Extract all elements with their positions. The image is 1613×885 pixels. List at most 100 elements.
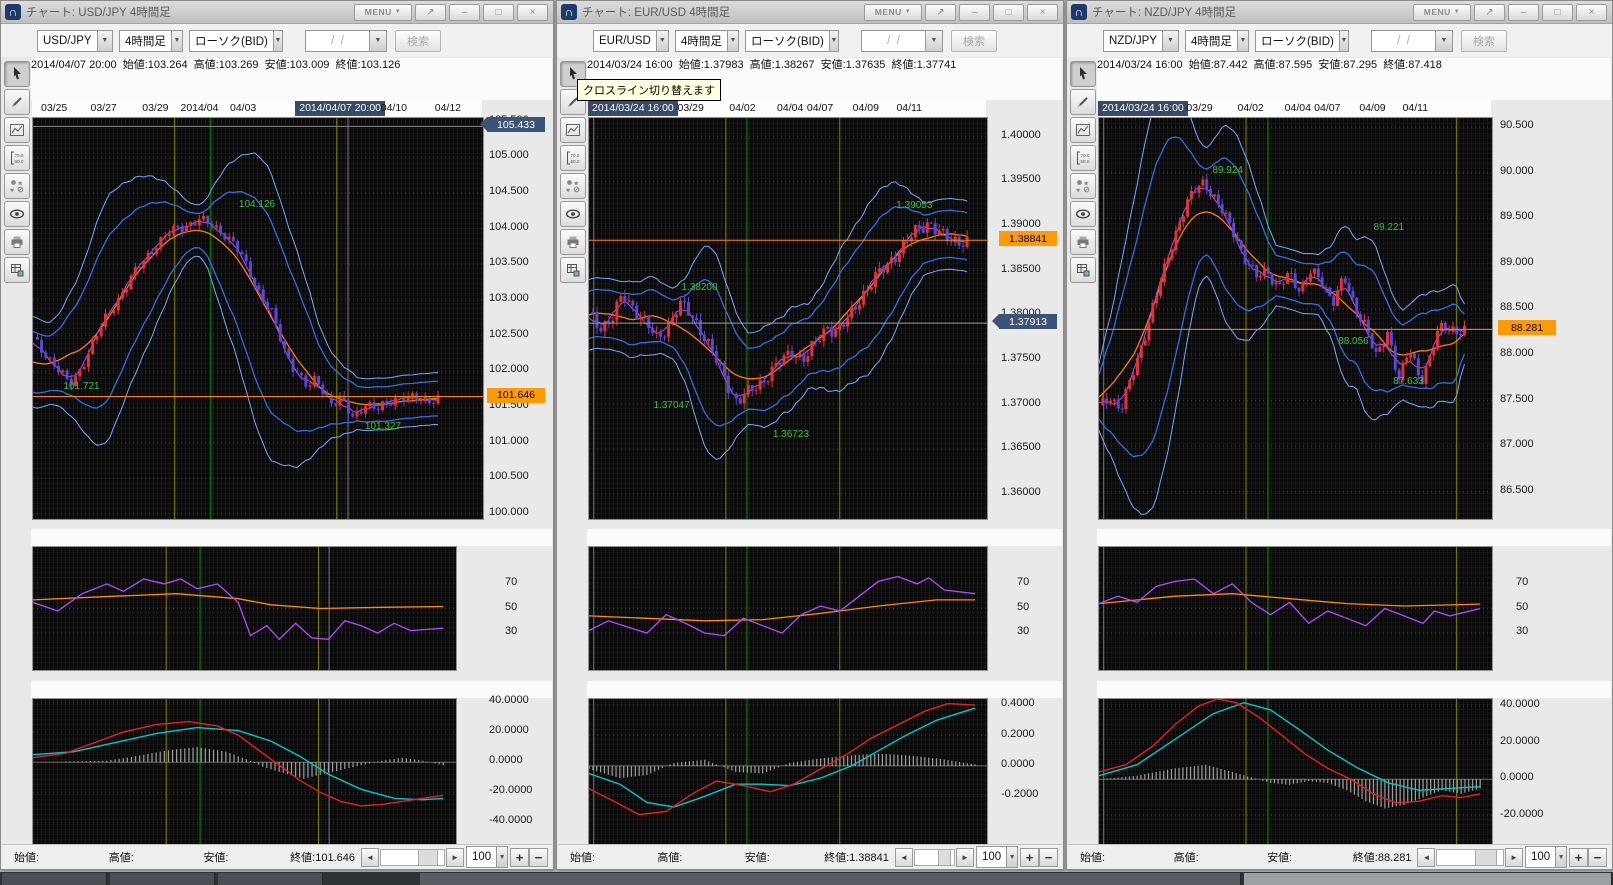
scroll-right-button[interactable]: ►: [1505, 848, 1523, 867]
print-button[interactable]: [560, 229, 586, 255]
zoom-out-button[interactable]: −: [1039, 848, 1058, 867]
chevron-down-icon: ▼: [1454, 9, 1460, 15]
close-button[interactable]: ×: [517, 4, 548, 21]
symbols-button[interactable]: ★♥: [4, 173, 30, 199]
chart-style-button[interactable]: [560, 117, 586, 143]
view-button[interactable]: [560, 201, 586, 227]
scroll-left-button[interactable]: ◄: [1417, 848, 1435, 867]
main-chart[interactable]: [1098, 117, 1493, 520]
close-button[interactable]: ×: [1576, 4, 1607, 21]
chart-scrollbar[interactable]: [1436, 849, 1504, 866]
view-button[interactable]: [4, 201, 30, 227]
zoom-select[interactable]: 100 ▼: [466, 846, 508, 868]
chart-type-select[interactable]: ローソク(BID) ▼: [1255, 30, 1349, 52]
maximize-button[interactable]: □: [993, 4, 1024, 21]
maximize-button[interactable]: □: [1542, 4, 1573, 21]
taskbar-item[interactable]: [1244, 873, 1612, 885]
date-select[interactable]: / / ▼: [305, 30, 387, 52]
taskbar-item[interactable]: [420, 873, 1241, 885]
date-select[interactable]: / / ▼: [861, 30, 943, 52]
window-titlebar[interactable]: ∩ チャート: EUR/USD 4時間足 MENU▼ ↗ – □ ×: [557, 1, 1063, 24]
scale-settings-button[interactable]: 70.060.0: [560, 145, 586, 171]
menu-button[interactable]: MENU▼: [354, 4, 412, 21]
scroll-left-button[interactable]: ◄: [361, 848, 379, 867]
scrollbar-thumb[interactable]: [938, 850, 952, 865]
pair-select[interactable]: EUR/USD ▼: [593, 30, 669, 52]
pencil-icon: [1075, 94, 1091, 110]
macd-chart[interactable]: [1098, 698, 1493, 846]
popout-button[interactable]: ↗: [1474, 4, 1505, 21]
scroll-right-button[interactable]: ►: [956, 848, 974, 867]
symbols-button[interactable]: ★♥: [560, 173, 586, 199]
maximize-button[interactable]: □: [483, 4, 514, 21]
export-button[interactable]: [4, 257, 30, 283]
draw-tool-button[interactable]: [4, 89, 30, 115]
cursor-tool-button[interactable]: [1070, 61, 1096, 87]
window-titlebar[interactable]: ∩ チャート: USD/JPY 4時間足 MENU▼ ↗ – □ ×: [1, 1, 553, 24]
popout-button[interactable]: ↗: [925, 4, 956, 21]
macd-chart[interactable]: [588, 698, 988, 846]
symbols-button[interactable]: ★♥: [1070, 173, 1096, 199]
svg-text:♥: ♥: [10, 188, 14, 195]
scroll-right-button[interactable]: ►: [446, 848, 464, 867]
scale-settings-button[interactable]: 70.060.0: [1070, 145, 1096, 171]
chart-style-button[interactable]: [4, 117, 30, 143]
zoom-select[interactable]: 100 ▼: [976, 846, 1018, 868]
zoom-in-button[interactable]: +: [1020, 848, 1039, 867]
window-titlebar[interactable]: ∩ チャート: NZD/JPY 4時間足 MENU▼ ↗ – □ ×: [1067, 1, 1612, 24]
print-button[interactable]: [4, 229, 30, 255]
print-button[interactable]: [1070, 229, 1096, 255]
export-button[interactable]: [1070, 257, 1096, 283]
scrollbar-thumb[interactable]: [1475, 850, 1497, 865]
chart-style-button[interactable]: [1070, 117, 1096, 143]
price-axis-label: 100.000: [489, 506, 529, 518]
zoom-in-button[interactable]: +: [510, 848, 529, 867]
scroll-left-button[interactable]: ◄: [895, 848, 913, 867]
chart-type-select[interactable]: ローソク(BID) ▼: [189, 30, 283, 52]
menu-button[interactable]: MENU▼: [864, 4, 922, 21]
timeframe-select[interactable]: 4時間足 ▼: [119, 30, 183, 52]
taskbar-item[interactable]: [2, 873, 107, 885]
search-button[interactable]: 検索: [395, 30, 441, 52]
close-button[interactable]: ×: [1027, 4, 1058, 21]
rsi-chart[interactable]: [588, 546, 988, 671]
main-chart[interactable]: [588, 117, 988, 520]
rsi-chart[interactable]: [32, 546, 457, 671]
zoom-in-button[interactable]: +: [1569, 848, 1588, 867]
chart-window-3: ∩ チャート: NZD/JPY 4時間足 MENU▼ ↗ – □ × NZD/J…: [1066, 0, 1613, 870]
menu-button[interactable]: MENU▼: [1413, 4, 1471, 21]
zoom-select[interactable]: 100 ▼: [1525, 846, 1567, 868]
crossline-price-marker: 1.37913: [999, 314, 1057, 329]
export-button[interactable]: [560, 257, 586, 283]
chart-type-select[interactable]: ローソク(BID) ▼: [745, 30, 839, 52]
zoom-out-button[interactable]: −: [529, 848, 548, 867]
pair-select[interactable]: USD/JPY ▼: [37, 30, 113, 52]
taskbar-item[interactable]: [218, 873, 323, 885]
search-button[interactable]: 検索: [1461, 30, 1507, 52]
timeframe-select[interactable]: 4時間足 ▼: [675, 30, 739, 52]
minimize-button[interactable]: –: [959, 4, 990, 21]
minimize-button[interactable]: –: [449, 4, 480, 21]
pair-select[interactable]: NZD/JPY ▼: [1103, 30, 1179, 52]
chart-scrollbar[interactable]: [914, 849, 955, 866]
price-annotation: 1.39053: [896, 200, 932, 211]
rsi-chart[interactable]: [1098, 546, 1493, 671]
draw-tool-button[interactable]: [1070, 89, 1096, 115]
macd-chart[interactable]: [32, 698, 457, 846]
scrollbar-thumb[interactable]: [418, 850, 439, 865]
minimize-button[interactable]: –: [1508, 4, 1539, 21]
search-button[interactable]: 検索: [951, 30, 997, 52]
timeframe-select[interactable]: 4時間足 ▼: [1185, 30, 1249, 52]
date-axis-label: 2014/04: [181, 102, 219, 114]
price-axis-label: 1.37500: [1001, 352, 1041, 364]
macd-axis-label: 0.0000: [489, 754, 523, 766]
view-button[interactable]: [1070, 201, 1096, 227]
main-chart[interactable]: [32, 117, 484, 520]
chart-scrollbar[interactable]: [380, 849, 445, 866]
taskbar-item[interactable]: [110, 873, 215, 885]
popout-button[interactable]: ↗: [415, 4, 446, 21]
date-select[interactable]: / / ▼: [1371, 30, 1453, 52]
zoom-out-button[interactable]: −: [1588, 848, 1607, 867]
cursor-tool-button[interactable]: [4, 61, 30, 87]
scale-settings-button[interactable]: 70.060.0: [4, 145, 30, 171]
